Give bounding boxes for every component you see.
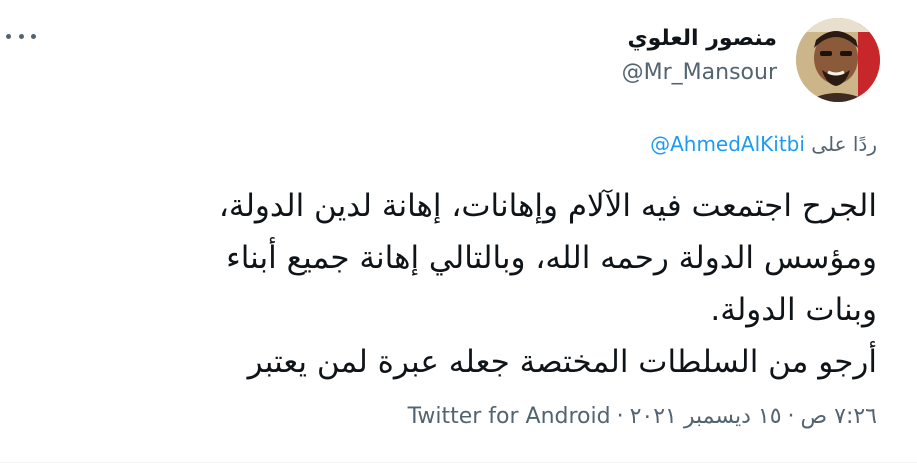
avatar[interactable]	[796, 18, 880, 102]
more-options-icon-dot-2	[18, 33, 24, 39]
author-handle[interactable]: @Mr_Mansour	[622, 60, 777, 85]
tweet-source-link[interactable]: Twitter for Android	[408, 404, 611, 429]
tweet-text-line: وبنات الدولة.	[710, 292, 877, 328]
replying-to-mention-link[interactable]: @AhmedAlKitbi	[650, 132, 805, 156]
tweet-metadata: ٧:٢٦ ص·١٥ ديسمبر ٢٠٢١·Twitter for Androi…	[408, 404, 877, 429]
tweet-text-line: الجرح اجتمعت فيه الآلام وإهانات، إهانة ل…	[218, 188, 877, 224]
tweet-date[interactable]: ١٥ ديسمبر ٢٠٢١	[630, 404, 782, 429]
more-options-icon	[6, 33, 11, 39]
author-display-name[interactable]: منصور العلوي	[627, 26, 777, 51]
divider	[0, 462, 917, 463]
profile-photo	[796, 18, 880, 102]
meta-separator: ·	[616, 404, 624, 429]
tweet-text-line: ومؤسس الدولة رحمه الله، وبالتالي إهانة ج…	[226, 240, 877, 276]
meta-separator: ·	[787, 404, 795, 429]
more-options-button[interactable]	[6, 28, 36, 44]
tweet-card: منصور العلوي @Mr_Mansour ردًا على @Ahmed…	[0, 0, 917, 467]
replying-to-label: ردًا على	[811, 132, 877, 156]
tweet-text-line: أرجو من السلطات المختصة جعله عبرة لمن يع…	[247, 344, 877, 380]
more-options-icon-dot-3	[31, 33, 36, 39]
tweet-text: الجرح اجتمعت فيه الآلام وإهانات، إهانة ل…	[27, 180, 877, 388]
replying-to: ردًا على @AhmedAlKitbi	[650, 132, 877, 156]
tweet-time[interactable]: ٧:٢٦ ص	[801, 404, 877, 429]
